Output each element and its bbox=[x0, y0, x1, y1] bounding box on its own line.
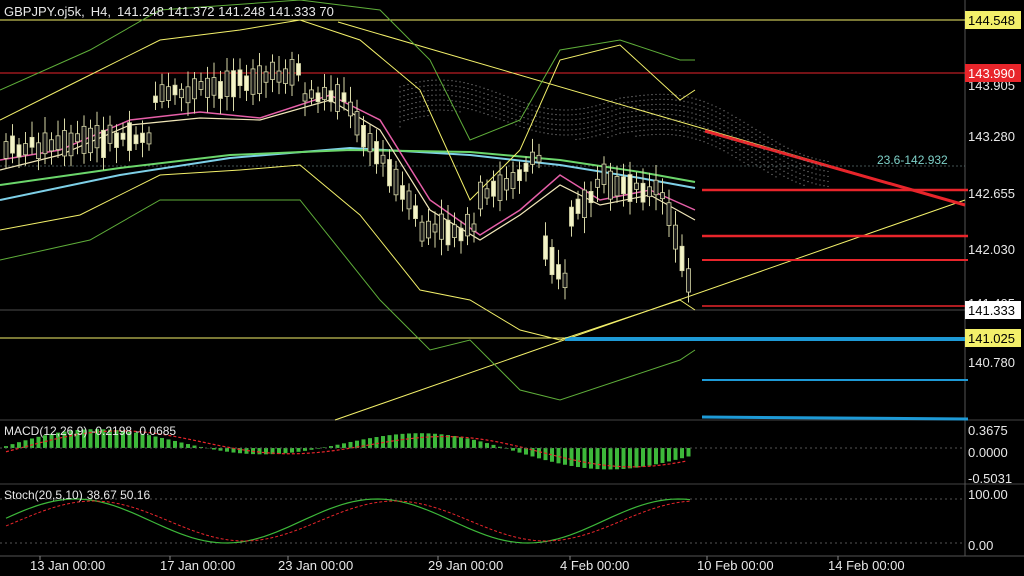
time-axis-label: 4 Feb 00:00 bbox=[560, 558, 629, 573]
stoch-header: Stoch(20,5,10) 38.67 50.16 bbox=[4, 488, 154, 502]
time-axis-label: 13 Jan 00:00 bbox=[30, 558, 105, 573]
price-axis-label: 142.655 bbox=[968, 186, 1015, 201]
price-tag-label: 143.990 bbox=[968, 66, 1015, 81]
chart-header: GBPJPY.oj5k, H4, 141.248 141.372 141.248 1… bbox=[4, 4, 340, 19]
support-target-3 bbox=[701, 415, 969, 421]
macd-axis-label: -0.5031 bbox=[968, 471, 1012, 486]
stoch-axis-label: 100.00 bbox=[968, 487, 1008, 502]
time-axis-label: 14 Feb 00:00 bbox=[828, 558, 905, 573]
time-axis-label: 10 Feb 00:00 bbox=[697, 558, 774, 573]
price-tag-label: 144.548 bbox=[968, 13, 1015, 28]
macd-header: MACD(12,26,9) -0.2198 -0.0685 bbox=[4, 424, 180, 438]
macd-axis-label: 0.3675 bbox=[968, 423, 1008, 438]
outer-band-upper bbox=[0, 0, 695, 141]
time-axis-label: 29 Jan 00:00 bbox=[428, 558, 503, 573]
stoch-label: Stoch(20,5,10) bbox=[4, 488, 83, 502]
time-axis-label: 23 Jan 00:00 bbox=[278, 558, 353, 573]
price-axis-label: 142.030 bbox=[968, 242, 1015, 257]
macd-values: -0.2198 -0.0685 bbox=[91, 424, 177, 438]
chart-window: 143.280143.905142.655142.030141.405140.7… bbox=[0, 0, 1024, 576]
stoch-signal-line bbox=[5, 500, 691, 542]
macd-label: MACD(12,26,9) bbox=[4, 424, 88, 438]
price-tag-label: 141.333 bbox=[968, 303, 1015, 318]
symbol-label: GBPJPY.oj5k, bbox=[4, 4, 85, 19]
stoch-axis-label: 0.00 bbox=[968, 538, 993, 553]
time-axis-label: 17 Jan 00:00 bbox=[160, 558, 235, 573]
outer-band-lower bbox=[0, 199, 696, 401]
ohlc-label: 141.248 141.372 141.248 141.333 70 bbox=[116, 4, 334, 19]
price-tag-label: 141.025 bbox=[968, 331, 1015, 346]
macd-axis-label: 0.0000 bbox=[968, 445, 1008, 460]
stoch-values: 38.67 50.16 bbox=[86, 488, 151, 502]
price-axis-label: 143.280 bbox=[968, 129, 1015, 144]
stoch-main-line bbox=[5, 498, 691, 544]
price-axis-label: 140.780 bbox=[968, 355, 1015, 370]
ichimoku-cloud bbox=[399, 79, 829, 188]
fib-label: 23.6-142.932 bbox=[877, 153, 948, 167]
timeframe-label: H4, bbox=[90, 4, 111, 19]
